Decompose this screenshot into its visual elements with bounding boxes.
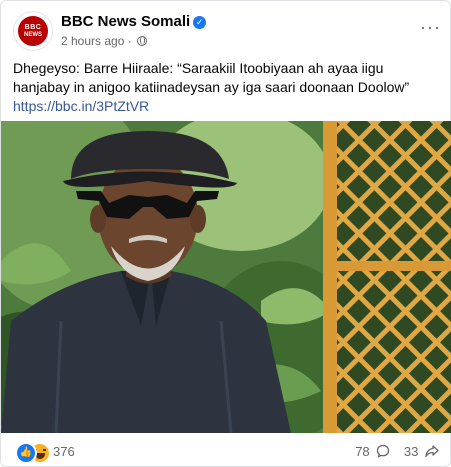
logo-news-text: NEWS — [24, 32, 42, 38]
shares-stat[interactable]: 33 — [404, 444, 439, 459]
share-count[interactable]: 33 — [404, 444, 418, 459]
reaction-count[interactable]: 376 — [53, 444, 75, 459]
post-photo[interactable] — [1, 121, 451, 433]
post-card: BBC NEWS BBC News Somali ✓ 2 hours ago · … — [0, 0, 451, 467]
post-body-text: Dhegeyso: Barre Hiiraale: “Saraakiil Ito… — [13, 60, 410, 95]
like-reaction-icon: 👍 — [15, 442, 37, 464]
lattice-fence — [331, 121, 451, 433]
comments-stat[interactable]: 78 — [355, 444, 394, 459]
post-meta: 2 hours ago · — [61, 34, 148, 48]
meta-separator: · — [127, 34, 132, 48]
bbc-news-logo: BBC NEWS — [18, 16, 48, 46]
page-name-text[interactable]: BBC News Somali — [61, 13, 190, 30]
comment-count[interactable]: 78 — [355, 444, 369, 459]
verified-check-icon: ✓ — [193, 16, 207, 29]
logo-bbc-text: BBC — [24, 24, 42, 31]
post-text-block: Dhegeyso: Barre Hiiraale: “Saraakiil Ito… — [13, 59, 441, 116]
post-link[interactable]: https://bbc.in/3PtZtVR — [13, 97, 441, 116]
post-footer: 👍 376 78 33 — [15, 441, 439, 464]
page-name[interactable]: BBC News Somali ✓ — [61, 13, 207, 30]
share-icon — [425, 445, 439, 458]
more-options-icon[interactable]: ··· — [420, 17, 441, 38]
photo-image — [1, 121, 451, 433]
post-header: BBC NEWS BBC News Somali ✓ 2 hours ago · … — [13, 11, 441, 51]
comment-icon — [377, 444, 390, 458]
engagement-stats: 78 33 — [345, 444, 439, 459]
globe-icon[interactable] — [137, 36, 148, 46]
page-avatar[interactable]: BBC NEWS — [13, 11, 53, 51]
post-timestamp[interactable]: 2 hours ago — [61, 34, 124, 48]
